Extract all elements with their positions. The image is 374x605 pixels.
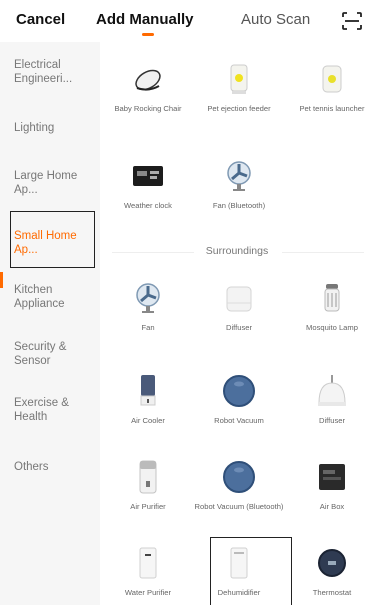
device-label: Fan: [141, 323, 155, 332]
sidebar-item-lighting[interactable]: Lighting: [14, 121, 92, 135]
sidebar-item-exercise[interactable]: Exercise & Health: [14, 396, 92, 424]
air-box-icon: [313, 458, 351, 496]
device-baby-rocking-chair[interactable]: Baby Rocking Chair: [103, 60, 193, 114]
device-pet-tennis-launcher[interactable]: Pet tennis launcher: [287, 60, 374, 114]
device-label: Water Purifier: [124, 588, 172, 597]
top-bar: Cancel Add Manually Auto Scan: [0, 0, 374, 42]
section-title-surroundings: Surroundings: [205, 245, 269, 257]
fan-icon: [129, 279, 167, 317]
water-purifier-icon: [129, 544, 167, 582]
fan-icon: [220, 157, 258, 195]
tab-auto-scan[interactable]: Auto Scan: [241, 11, 310, 28]
mosquito-lamp-icon: [313, 279, 351, 317]
air-cooler-icon: [129, 372, 167, 410]
rocking-chair-icon: [129, 60, 167, 98]
device-mosquito-lamp[interactable]: Mosquito Lamp: [287, 279, 374, 333]
device-diffuser[interactable]: Diffuser: [194, 279, 284, 333]
device-label: Pet ejection feeder: [207, 104, 271, 113]
device-label: Robot Vacuum (Bluetooth): [194, 502, 284, 511]
device-label: Mosquito Lamp: [306, 323, 358, 332]
device-diffuser-2[interactable]: Diffuser: [287, 372, 374, 426]
device-water-purifier[interactable]: Water Purifier: [103, 544, 193, 598]
cancel-button[interactable]: Cancel: [16, 11, 65, 28]
device-label: Robot Vacuum: [214, 416, 264, 425]
device-highlight-box: [210, 537, 292, 605]
sidebar-item-electrical[interactable]: Electrical Engineeri...: [14, 58, 92, 86]
device-robot-vacuum-bluetooth[interactable]: Robot Vacuum (Bluetooth): [194, 458, 284, 512]
device-label: Baby Rocking Chair: [114, 104, 182, 113]
device-air-box[interactable]: Air Box: [287, 458, 374, 512]
sidebar-item-kitchen[interactable]: Kitchen Appliance: [14, 283, 92, 311]
pet-feeder-icon: [220, 60, 258, 98]
device-air-purifier[interactable]: Air Purifier: [103, 458, 193, 512]
category-sidebar: Electrical Engineeri... Lighting Large H…: [0, 42, 100, 605]
device-label: Fan (Bluetooth): [212, 201, 266, 210]
thermostat-icon: [313, 544, 351, 582]
device-grid: Baby Rocking Chair Pet ejection feeder P…: [100, 42, 374, 605]
air-purifier-icon: [129, 458, 167, 496]
device-thermostat[interactable]: Thermostat: [287, 544, 374, 598]
diffuser-icon: [220, 279, 258, 317]
tennis-launcher-icon: [313, 60, 351, 98]
device-label: Diffuser: [318, 416, 346, 425]
device-label: Air Purifier: [130, 502, 166, 511]
sidebar-item-large-home[interactable]: Large Home Ap...: [14, 169, 92, 197]
sidebar-item-others[interactable]: Others: [14, 460, 92, 474]
device-label: Air Box: [319, 502, 345, 511]
robot-vacuum-icon: [220, 458, 258, 496]
device-fan[interactable]: Fan: [103, 279, 193, 333]
device-label: Weather clock: [124, 201, 172, 210]
device-air-cooler[interactable]: Air Cooler: [103, 372, 193, 426]
selected-indicator: [0, 272, 3, 288]
selection-highlight-box: [10, 211, 95, 268]
diffuser-icon: [313, 372, 351, 410]
weather-clock-icon: [129, 157, 167, 195]
robot-vacuum-icon: [220, 372, 258, 410]
device-robot-vacuum[interactable]: Robot Vacuum: [194, 372, 284, 426]
section-divider: [282, 252, 364, 253]
device-label: Pet tennis launcher: [299, 104, 365, 113]
device-label: Air Cooler: [131, 416, 165, 425]
tab-add-manually[interactable]: Add Manually: [96, 11, 194, 28]
sidebar-item-security[interactable]: Security & Sensor: [14, 340, 92, 368]
device-weather-clock[interactable]: Weather clock: [103, 157, 193, 211]
device-label: Diffuser: [225, 323, 253, 332]
scan-frame-icon[interactable]: [342, 12, 362, 30]
device-label: Thermostat: [312, 588, 352, 597]
device-pet-ejection-feeder[interactable]: Pet ejection feeder: [194, 60, 284, 114]
device-fan-bluetooth[interactable]: Fan (Bluetooth): [194, 157, 284, 211]
active-tab-indicator: [142, 33, 154, 36]
